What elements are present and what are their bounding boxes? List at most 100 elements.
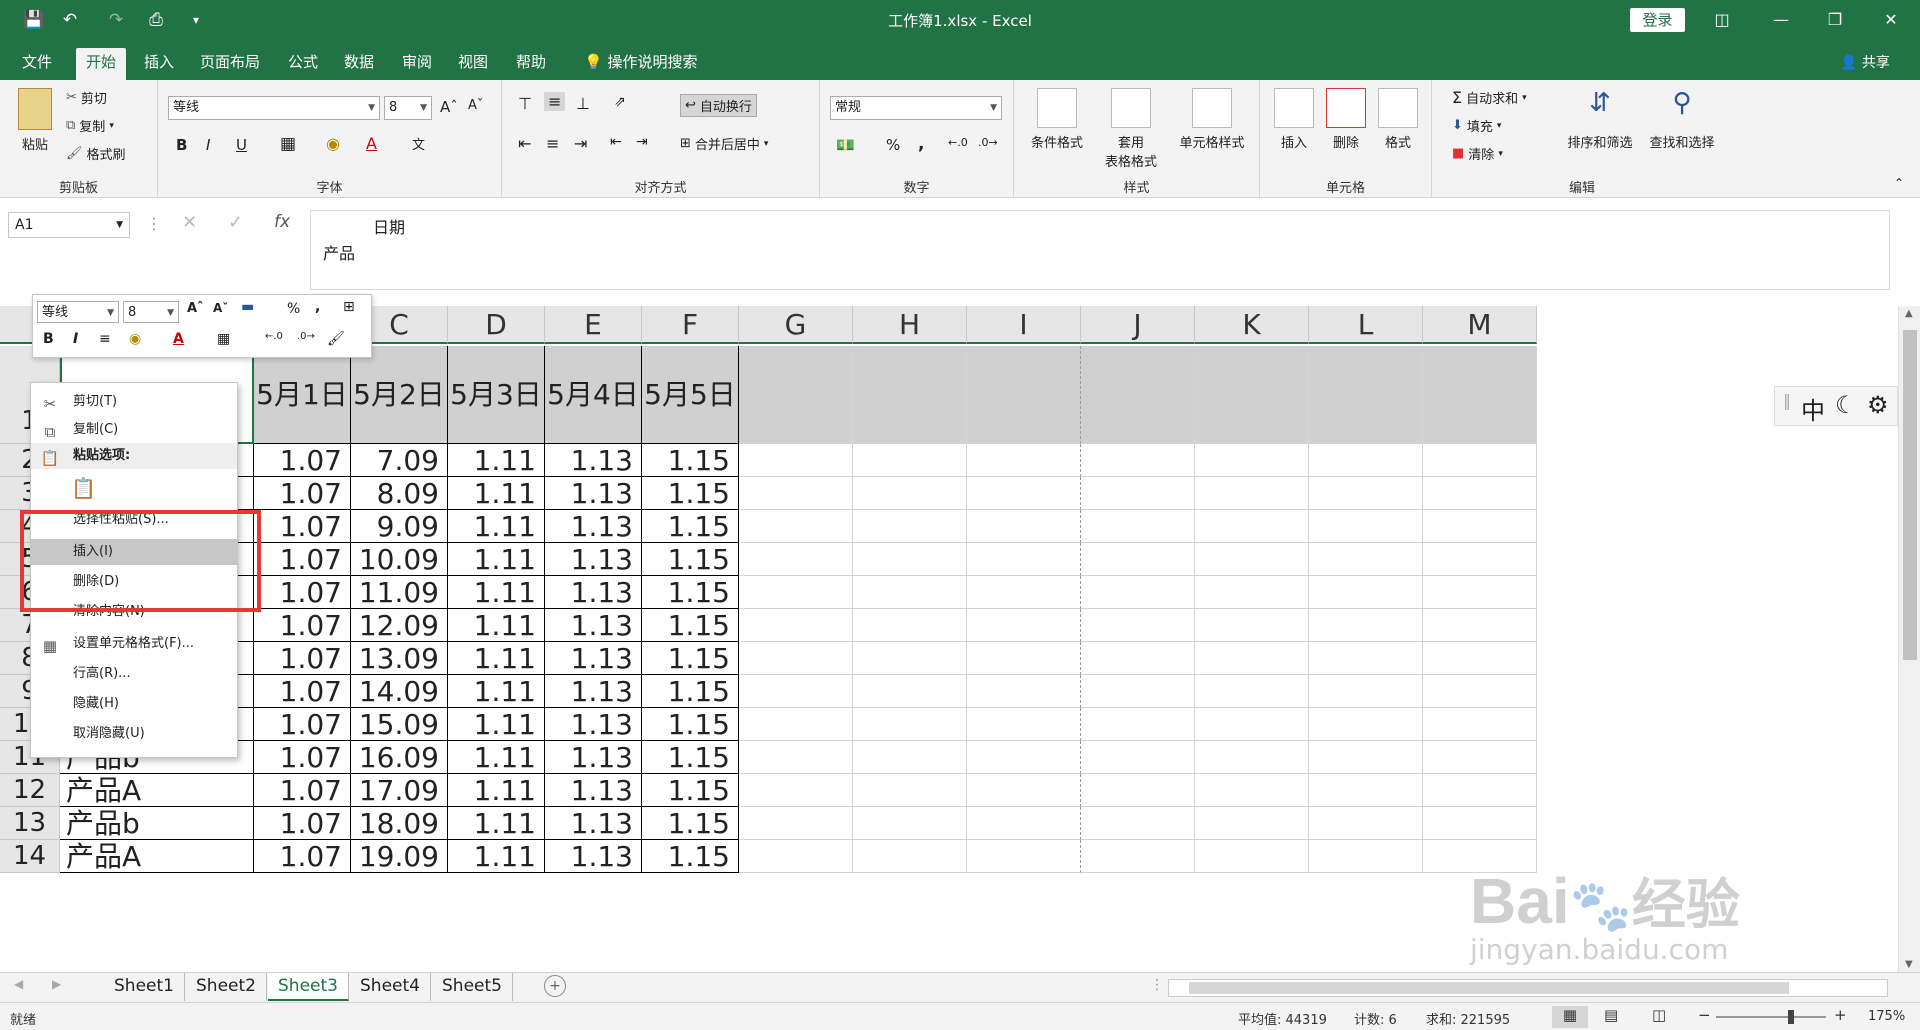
- column-header-g[interactable]: G: [739, 306, 853, 344]
- orientation-icon[interactable]: ⇗: [614, 94, 626, 110]
- tab-data[interactable]: 数据: [334, 48, 384, 80]
- column-header-d[interactable]: D: [448, 306, 545, 344]
- next-sheet-icon[interactable]: ▶: [52, 977, 61, 991]
- table-cell[interactable]: [1081, 444, 1195, 477]
- table-cell[interactable]: 产品b: [60, 807, 254, 840]
- align-center-icon[interactable]: ≡: [546, 134, 559, 153]
- table-cell[interactable]: [1309, 774, 1423, 807]
- column-header-m[interactable]: M: [1423, 306, 1537, 344]
- mini-font-color-icon[interactable]: A: [173, 331, 184, 347]
- table-cell[interactable]: 1.15: [642, 807, 739, 840]
- accounting-format-icon[interactable]: 💵: [836, 136, 855, 154]
- page-break-view-icon[interactable]: ◫: [1652, 1006, 1666, 1024]
- menu-cut[interactable]: ✂ 剪切(T): [31, 389, 237, 415]
- table-cell[interactable]: 1.11: [448, 741, 545, 774]
- table-cell[interactable]: 1.07: [254, 807, 351, 840]
- mini-font-name[interactable]: 等线 ▼: [37, 301, 119, 323]
- table-cell[interactable]: 1.13: [545, 741, 642, 774]
- table-cell[interactable]: 1.07: [254, 840, 351, 873]
- table-cell[interactable]: [1423, 609, 1537, 642]
- table-cell[interactable]: 13.09: [351, 642, 448, 675]
- minimize-button[interactable]: —: [1766, 8, 1796, 32]
- table-cell[interactable]: [967, 840, 1081, 873]
- menu-row-height[interactable]: 行高(R)...: [31, 661, 237, 687]
- table-cell[interactable]: [1195, 675, 1309, 708]
- ime-mode[interactable]: 中: [1801, 391, 1825, 426]
- table-cell[interactable]: 1.07: [254, 510, 351, 543]
- table-cell[interactable]: [739, 444, 853, 477]
- header-cell[interactable]: 5月3日: [448, 346, 545, 444]
- table-cell[interactable]: 1.07: [254, 774, 351, 807]
- mini-italic-icon[interactable]: I: [73, 331, 78, 347]
- format-painter-button[interactable]: 🖌 格式刷: [66, 144, 126, 163]
- moon-icon[interactable]: ☾: [1835, 391, 1857, 419]
- table-cell[interactable]: 1.13: [545, 675, 642, 708]
- table-cell[interactable]: [967, 609, 1081, 642]
- table-cell[interactable]: 1.11: [448, 642, 545, 675]
- sheet-tab-1[interactable]: Sheet1: [104, 973, 185, 1001]
- table-cell[interactable]: 1.15: [642, 741, 739, 774]
- tab-help[interactable]: 帮助: [506, 48, 556, 80]
- table-cell[interactable]: [853, 840, 967, 873]
- zoom-slider[interactable]: [1716, 1016, 1826, 1018]
- format-as-table-button[interactable]: 套用 表格格式: [1096, 88, 1166, 170]
- new-sheet-icon[interactable]: +: [544, 975, 566, 997]
- zoom-out-icon[interactable]: −: [1698, 1006, 1711, 1024]
- header-cell[interactable]: 5月4日: [545, 346, 642, 444]
- row-header[interactable]: 13: [0, 807, 60, 840]
- align-bottom-icon[interactable]: ⊥: [576, 94, 590, 113]
- table-cell[interactable]: [1309, 708, 1423, 741]
- table-cell[interactable]: [1081, 477, 1195, 510]
- table-cell[interactable]: [1195, 510, 1309, 543]
- table-cell[interactable]: 1.11: [448, 774, 545, 807]
- table-cell[interactable]: 1.15: [642, 510, 739, 543]
- table-cell[interactable]: [967, 807, 1081, 840]
- tab-home[interactable]: 开始: [76, 48, 127, 80]
- table-cell[interactable]: 1.15: [642, 675, 739, 708]
- column-header-f[interactable]: F: [642, 306, 739, 344]
- increase-decimal-icon[interactable]: ←.0: [948, 136, 968, 149]
- clear-button[interactable]: ■ 清除 ▾: [1452, 144, 1503, 163]
- table-cell[interactable]: [1423, 741, 1537, 774]
- table-cell[interactable]: [1195, 807, 1309, 840]
- vertical-scroll-thumb[interactable]: [1903, 330, 1917, 660]
- table-cell[interactable]: 1.11: [448, 675, 545, 708]
- table-cell[interactable]: 12.09: [351, 609, 448, 642]
- table-cell[interactable]: [1081, 675, 1195, 708]
- table-cell[interactable]: [1423, 708, 1537, 741]
- column-header-e[interactable]: E: [545, 306, 642, 344]
- mini-grow-font-icon[interactable]: Aˆ: [187, 301, 204, 316]
- mini-accounting-icon[interactable]: ▬: [241, 299, 254, 315]
- align-middle-icon[interactable]: ≡: [544, 92, 566, 111]
- table-cell[interactable]: 1.13: [545, 708, 642, 741]
- mini-comma-icon[interactable]: ,: [315, 299, 320, 315]
- table-cell[interactable]: 1.15: [642, 444, 739, 477]
- table-cell[interactable]: 1.11: [448, 708, 545, 741]
- tab-file[interactable]: 文件: [12, 48, 62, 80]
- table-cell[interactable]: [853, 609, 967, 642]
- table-cell[interactable]: 1.11: [448, 609, 545, 642]
- table-cell[interactable]: 11.09: [351, 576, 448, 609]
- table-cell[interactable]: [853, 675, 967, 708]
- table-cell[interactable]: 1.15: [642, 576, 739, 609]
- paste-button[interactable]: 粘贴: [12, 88, 58, 153]
- menu-paste-default[interactable]: 📋: [31, 473, 237, 503]
- table-cell[interactable]: 1.11: [448, 477, 545, 510]
- header-cell[interactable]: 5月5日: [642, 346, 739, 444]
- table-cell[interactable]: [739, 708, 853, 741]
- table-cell[interactable]: 1.07: [254, 675, 351, 708]
- table-cell[interactable]: [853, 576, 967, 609]
- mini-percent-icon[interactable]: %: [287, 301, 300, 317]
- menu-copy[interactable]: ⧉ 复制(C): [31, 417, 237, 443]
- table-cell[interactable]: [853, 741, 967, 774]
- mini-decrease-decimal-icon[interactable]: .0→: [297, 331, 315, 342]
- shrink-font-icon[interactable]: Aˇ: [468, 98, 483, 113]
- table-cell[interactable]: 1.11: [448, 576, 545, 609]
- tab-review[interactable]: 审阅: [392, 48, 442, 80]
- prev-sheet-icon[interactable]: ◀: [14, 977, 23, 991]
- table-cell[interactable]: [967, 708, 1081, 741]
- scroll-up-icon[interactable]: ▲: [1905, 308, 1913, 319]
- font-size-combo[interactable]: 8 ▼: [384, 96, 432, 120]
- table-cell[interactable]: [1195, 642, 1309, 675]
- restore-button[interactable]: ❐: [1820, 8, 1850, 32]
